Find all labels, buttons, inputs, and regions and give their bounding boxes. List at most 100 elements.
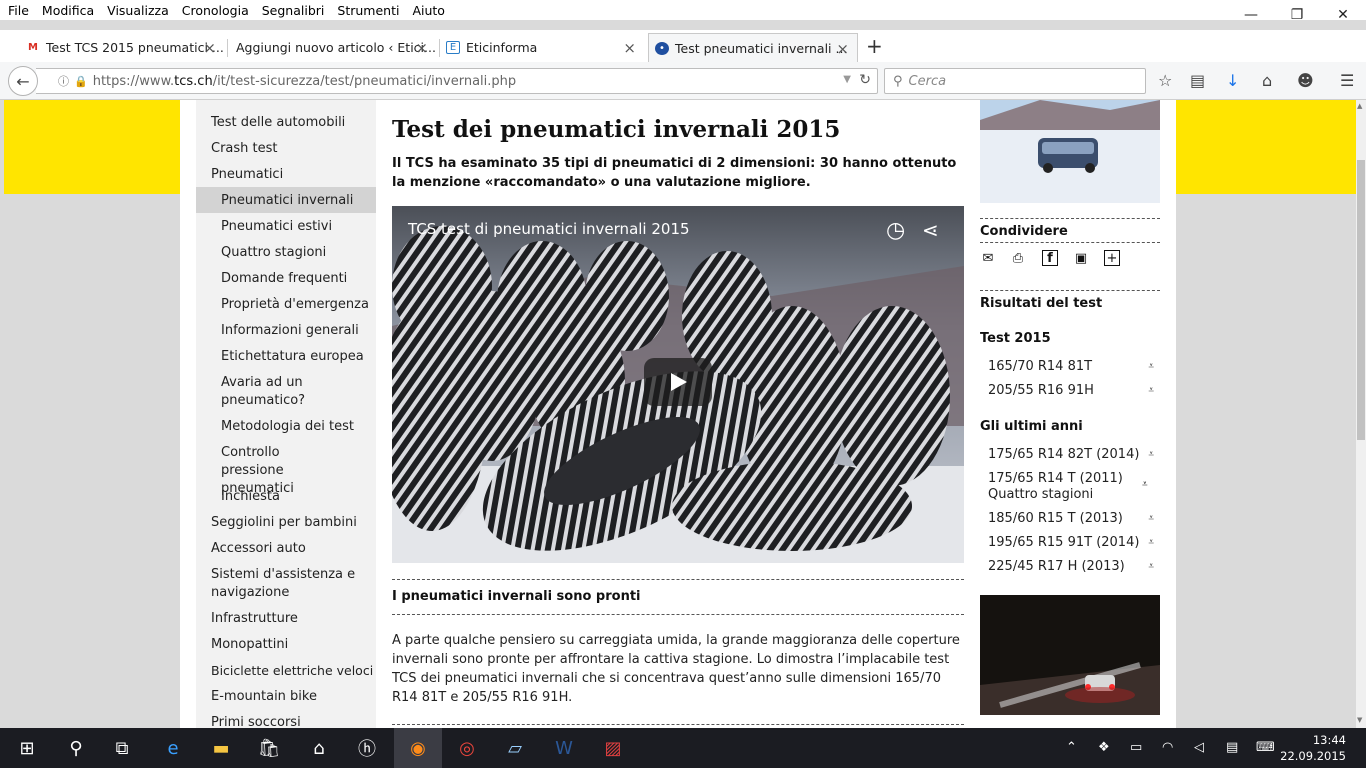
nav-item-test-automobili[interactable]: Test delle automobili — [196, 114, 376, 132]
nav-item-primi-soccorsi[interactable]: Primi soccorsi — [196, 714, 376, 728]
battery-icon[interactable]: ▭ — [1130, 740, 1142, 755]
result-link[interactable]: 185/60 R15 T (2013) ⩡ — [988, 511, 1160, 527]
result-link[interactable]: 175/65 R14 T (2011) Quattro stagioni — [988, 471, 1138, 503]
search-icon[interactable]: ⚲ — [54, 728, 98, 768]
nav-item-informazioni-generali[interactable]: Informazioni generali — [196, 322, 376, 340]
menu-icon[interactable]: ☰ — [1340, 71, 1354, 90]
reload-icon[interactable]: ↻ — [859, 72, 871, 88]
menu-aiuto[interactable]: Aiuto — [404, 3, 450, 18]
tab-wordpress[interactable]: Aggiungi nuovo articolo ‹ Etici... × — [210, 33, 436, 62]
nav-item-accessori-auto[interactable]: Accessori auto — [196, 540, 376, 558]
wifi-icon[interactable]: ◠ — [1162, 740, 1173, 755]
print-icon[interactable]: ⎙ — [1010, 250, 1026, 266]
result-link[interactable]: 195/65 R15 91T (2014) ⩡ — [988, 535, 1160, 551]
search-input[interactable]: ⚲ Cerca — [884, 68, 1146, 94]
nav-item-pneumatici[interactable]: Pneumatici — [196, 166, 376, 184]
clock-icon[interactable]: ◷ — [886, 218, 905, 243]
result-link[interactable]: 205/55 R16 91H ⩡ — [988, 383, 1160, 399]
notepad-icon[interactable]: ▱ — [492, 728, 538, 768]
menu-segnalibri[interactable]: Segnalibri — [254, 3, 330, 18]
close-icon[interactable]: × — [415, 39, 428, 57]
clock[interactable]: 13:44 22.09.2015 — [1280, 732, 1346, 764]
home-icon[interactable]: ⌂ — [296, 728, 342, 768]
tab-eticinforma[interactable]: E Eticinforma × — [440, 33, 644, 62]
nav-item-proprieta-emergenza[interactable]: Proprietà d'emergenza — [196, 296, 376, 314]
result-link[interactable]: 225/45 R17 H (2013) ⩡ — [988, 559, 1160, 575]
back-button[interactable]: ← — [8, 66, 38, 96]
tab-tcs-active[interactable]: • Test pneumatici invernali ... × — [648, 33, 858, 62]
reading-list-icon[interactable]: ▤ — [1190, 71, 1205, 90]
play-button[interactable] — [644, 358, 712, 406]
nav-item-domande-frequenti[interactable]: Domande frequenti — [196, 270, 376, 288]
email-icon[interactable]: ✉ — [980, 250, 996, 266]
hp-icon[interactable]: ⓗ — [344, 728, 390, 768]
chevron-up-icon[interactable]: ⌃ — [1066, 740, 1077, 755]
nav-item-pneumatici-invernali[interactable]: Pneumatici invernali — [196, 187, 376, 213]
close-icon[interactable]: × — [836, 40, 849, 58]
info-icon[interactable]: ⓘ — [58, 73, 69, 89]
minimize-button[interactable]: — — [1228, 0, 1274, 30]
store-icon[interactable]: 🛍 — [246, 728, 292, 768]
menu-modifica[interactable]: Modifica — [34, 3, 99, 18]
menu-file[interactable]: File — [0, 3, 34, 18]
tab-label: Eticinforma — [466, 40, 538, 55]
download-icon: ⩡ — [1148, 561, 1154, 572]
menu-cronologia[interactable]: Cronologia — [174, 3, 254, 18]
close-icon[interactable]: × — [623, 39, 636, 57]
windows-start-icon[interactable]: ⊞ — [0, 728, 54, 768]
file-explorer-icon[interactable]: ▬ — [198, 728, 244, 768]
scrollbar-thumb[interactable] — [1357, 160, 1365, 440]
result-link[interactable]: 165/70 R14 81T ⩡ — [988, 359, 1160, 375]
nav-item-sistemi-assistenza[interactable]: Sistemi d'assistenza e navigazione — [196, 566, 356, 602]
search-icon: ⚲ — [893, 73, 903, 89]
notification-icon[interactable]: ▤ — [1226, 740, 1238, 755]
page-scrollbar[interactable]: ▲ ▼ — [1356, 100, 1366, 728]
menu-strumenti[interactable]: Strumenti — [329, 3, 404, 18]
edge-icon[interactable]: e — [150, 728, 196, 768]
nav-item-inchiesta[interactable]: Inchiesta — [196, 488, 376, 506]
chrome-icon[interactable]: ◎ — [444, 728, 490, 768]
chevron-down-icon[interactable]: ▼ — [843, 74, 851, 85]
restore-button[interactable]: ❐ — [1274, 0, 1320, 30]
result-link[interactable]: 175/65 R14 82T (2014) ⩡ — [988, 447, 1160, 463]
smiley-icon[interactable]: ☻ — [1297, 71, 1314, 90]
nav-item-monopattini[interactable]: Monopattini — [196, 636, 376, 654]
task-view-icon[interactable]: ⧉ — [100, 728, 144, 768]
bookmark-star-icon[interactable]: ☆ — [1158, 71, 1172, 90]
firefox-icon[interactable]: ◉ — [394, 728, 442, 768]
close-window-button[interactable]: ✕ — [1320, 0, 1366, 30]
nav-item-e-mountain-bike[interactable]: E-mountain bike — [196, 688, 376, 706]
nav-item-pneumatici-estivi[interactable]: Pneumatici estivi — [196, 218, 376, 236]
tab-gmail[interactable]: M Test TCS 2015 pneumatici ... × — [20, 33, 224, 62]
nav-item-infrastrutture[interactable]: Infrastrutture — [196, 610, 376, 628]
new-tab-button[interactable]: + — [866, 34, 883, 58]
nav-item-metodologia-test[interactable]: Metodologia dei test — [196, 418, 376, 436]
play-icon — [671, 373, 687, 391]
lock-icon: 🔒 — [74, 74, 88, 88]
scroll-down-icon[interactable]: ▼ — [1357, 716, 1362, 724]
dropbox-icon[interactable]: ❖ — [1098, 740, 1110, 755]
lead-paragraph: Il TCS ha esaminato 35 tipi di pneumatic… — [392, 156, 957, 190]
download-icon[interactable]: ⩡ — [1142, 479, 1148, 490]
facebook-icon[interactable]: f — [1042, 250, 1058, 266]
word-icon[interactable]: W — [540, 728, 588, 768]
scroll-up-icon[interactable]: ▲ — [1357, 102, 1362, 110]
nav-item-crash-test[interactable]: Crash test — [196, 140, 376, 158]
share-icon[interactable]: ⋖ — [922, 218, 939, 242]
nav-item-seggiolini[interactable]: Seggiolini per bambini — [196, 514, 376, 532]
nav-item-quattro-stagioni[interactable]: Quattro stagioni — [196, 244, 376, 262]
home-icon[interactable]: ⌂ — [1262, 71, 1272, 90]
menu-visualizza[interactable]: Visualizza — [99, 3, 174, 18]
nav-item-avaria-pneumatico[interactable]: Avaria ad un pneumatico? — [196, 374, 326, 410]
add-icon[interactable]: + — [1104, 250, 1120, 266]
nav-item-biciclette-elettriche[interactable]: Biciclette elettriche veloci — [196, 662, 376, 680]
url-bar[interactable]: ⓘ 🔒 https://www.tcs.ch/it/test-sicurezza… — [36, 68, 878, 94]
keyboard-icon[interactable]: ⌨ — [1256, 740, 1275, 755]
volume-icon[interactable]: ◁ — [1194, 740, 1204, 755]
video-player[interactable]: TCS test di pneumatici invernali 2015 ◷ … — [392, 206, 964, 563]
download-icon[interactable]: ↓ — [1226, 71, 1239, 90]
pdf-icon[interactable]: ▨ — [590, 728, 636, 768]
tab-label: Test pneumatici invernali ... — [675, 40, 848, 56]
document-icon[interactable]: ▣ — [1073, 250, 1089, 266]
nav-item-etichettatura-europea[interactable]: Etichettatura europea — [196, 348, 376, 366]
